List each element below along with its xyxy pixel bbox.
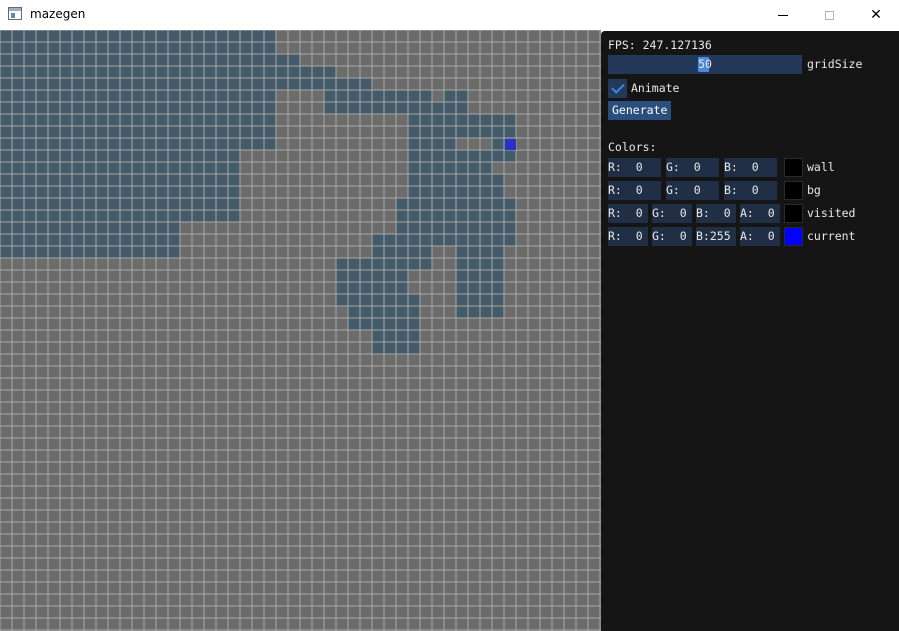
wall-color-swatch[interactable] bbox=[784, 158, 803, 177]
visited-label: visited bbox=[807, 206, 856, 220]
close-button[interactable]: ✕ bbox=[853, 0, 899, 30]
bg-color-swatch[interactable] bbox=[784, 181, 803, 200]
current-a-field[interactable]: A: 0 bbox=[740, 227, 780, 246]
visited-g-field[interactable]: G: 0 bbox=[652, 204, 692, 223]
checkmark-icon bbox=[610, 80, 625, 94]
maximize-icon bbox=[824, 10, 834, 20]
app-window-icon bbox=[8, 7, 22, 20]
colors-heading: Colors: bbox=[608, 140, 657, 154]
maximize-button[interactable] bbox=[806, 0, 852, 30]
settings-panel: FPS: 247.127136 50 gridSize Animate Gene… bbox=[601, 31, 899, 631]
visited-color-swatch[interactable] bbox=[784, 204, 803, 223]
maze-grid bbox=[0, 30, 601, 631]
minimize-icon bbox=[778, 14, 788, 16]
fps-readout: FPS: 247.127136 bbox=[608, 38, 712, 52]
animate-label: Animate bbox=[631, 81, 680, 95]
wall-label: wall bbox=[807, 160, 835, 174]
maze-canvas[interactable] bbox=[0, 30, 601, 631]
generate-button[interactable]: Generate bbox=[608, 101, 672, 120]
title-bar: mazegen ✕ bbox=[0, 0, 899, 30]
current-cell bbox=[505, 139, 516, 150]
wall-g-field[interactable]: G: 0 bbox=[666, 158, 719, 177]
minimize-button[interactable] bbox=[760, 0, 806, 30]
current-b-field[interactable]: B:255 bbox=[696, 227, 736, 246]
visited-b-field[interactable]: B: 0 bbox=[696, 204, 736, 223]
wall-r-field[interactable]: R: 0 bbox=[608, 158, 661, 177]
slider-label: gridSize bbox=[807, 57, 863, 71]
bg-label: bg bbox=[807, 183, 821, 197]
wall-b-field[interactable]: B: 0 bbox=[724, 158, 777, 177]
bg-b-field[interactable]: B: 0 bbox=[724, 181, 777, 200]
current-cell-marker bbox=[505, 139, 516, 150]
grid-size-slider[interactable]: 50 bbox=[608, 55, 802, 74]
animate-checkbox[interactable] bbox=[608, 79, 627, 98]
close-icon: ✕ bbox=[870, 7, 882, 23]
current-label: current bbox=[807, 229, 856, 243]
current-r-field[interactable]: R: 0 bbox=[608, 227, 648, 246]
visited-a-field[interactable]: A: 0 bbox=[740, 204, 780, 223]
bg-r-field[interactable]: R: 0 bbox=[608, 181, 661, 200]
current-g-field[interactable]: G: 0 bbox=[652, 227, 692, 246]
slider-value: 50 bbox=[698, 57, 712, 71]
window-title: mazegen bbox=[30, 7, 86, 21]
visited-r-field[interactable]: R: 0 bbox=[608, 204, 648, 223]
bg-g-field[interactable]: G: 0 bbox=[666, 181, 719, 200]
current-color-swatch[interactable] bbox=[784, 227, 803, 246]
